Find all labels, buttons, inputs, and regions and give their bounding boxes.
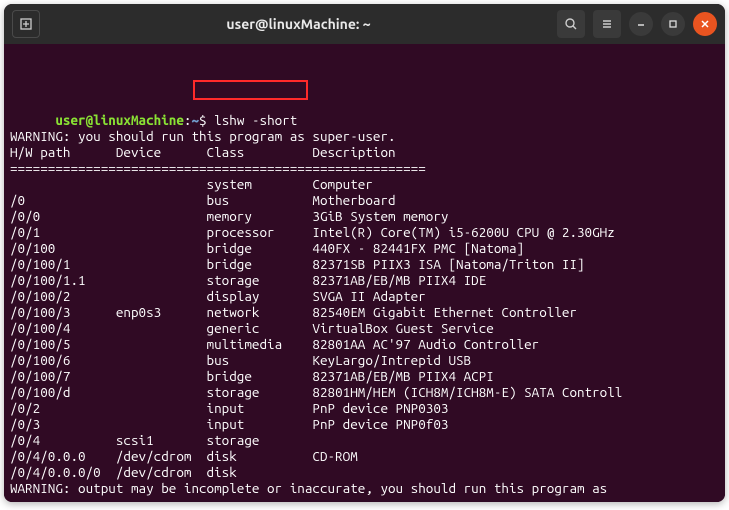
command-highlight <box>193 80 308 100</box>
output-warning2: WARNING: output may be incomplete or ina… <box>10 480 607 502</box>
close-icon <box>700 19 710 29</box>
terminal-window: user@linuxMachine: ~ user@linuxMachine:~… <box>4 4 725 502</box>
search-icon <box>564 17 578 31</box>
new-tab-icon <box>19 17 33 31</box>
maximize-icon <box>668 19 678 29</box>
window-title: user@linuxMachine: ~ <box>40 16 557 32</box>
minimize-button[interactable] <box>629 12 653 36</box>
command-text: lshw -short <box>214 112 297 128</box>
prompt-dollar: $ <box>199 112 207 128</box>
close-button[interactable] <box>693 12 717 36</box>
minimize-icon <box>636 19 646 29</box>
terminal-content[interactable]: user@linuxMachine:~$ lshw -short WARNING… <box>4 44 725 502</box>
prompt-line: user@linuxMachine:~$ lshw -short <box>55 112 297 128</box>
menu-button[interactable] <box>593 10 621 38</box>
output-divider: ========================================… <box>10 160 426 176</box>
search-button[interactable] <box>557 10 585 38</box>
output-warning: WARNING: you should run this program as … <box>10 128 396 144</box>
output-header: H/W path Device Class Description <box>10 144 396 160</box>
new-tab-button[interactable] <box>12 10 40 38</box>
maximize-button[interactable] <box>661 12 685 36</box>
hamburger-icon <box>600 17 614 31</box>
prompt-user: user@linuxMachine <box>55 112 184 128</box>
output-rows: system Computer /0 bus Motherboard /0/0 … <box>10 176 719 480</box>
prompt-path: ~ <box>191 112 199 128</box>
titlebar: user@linuxMachine: ~ <box>4 4 725 44</box>
